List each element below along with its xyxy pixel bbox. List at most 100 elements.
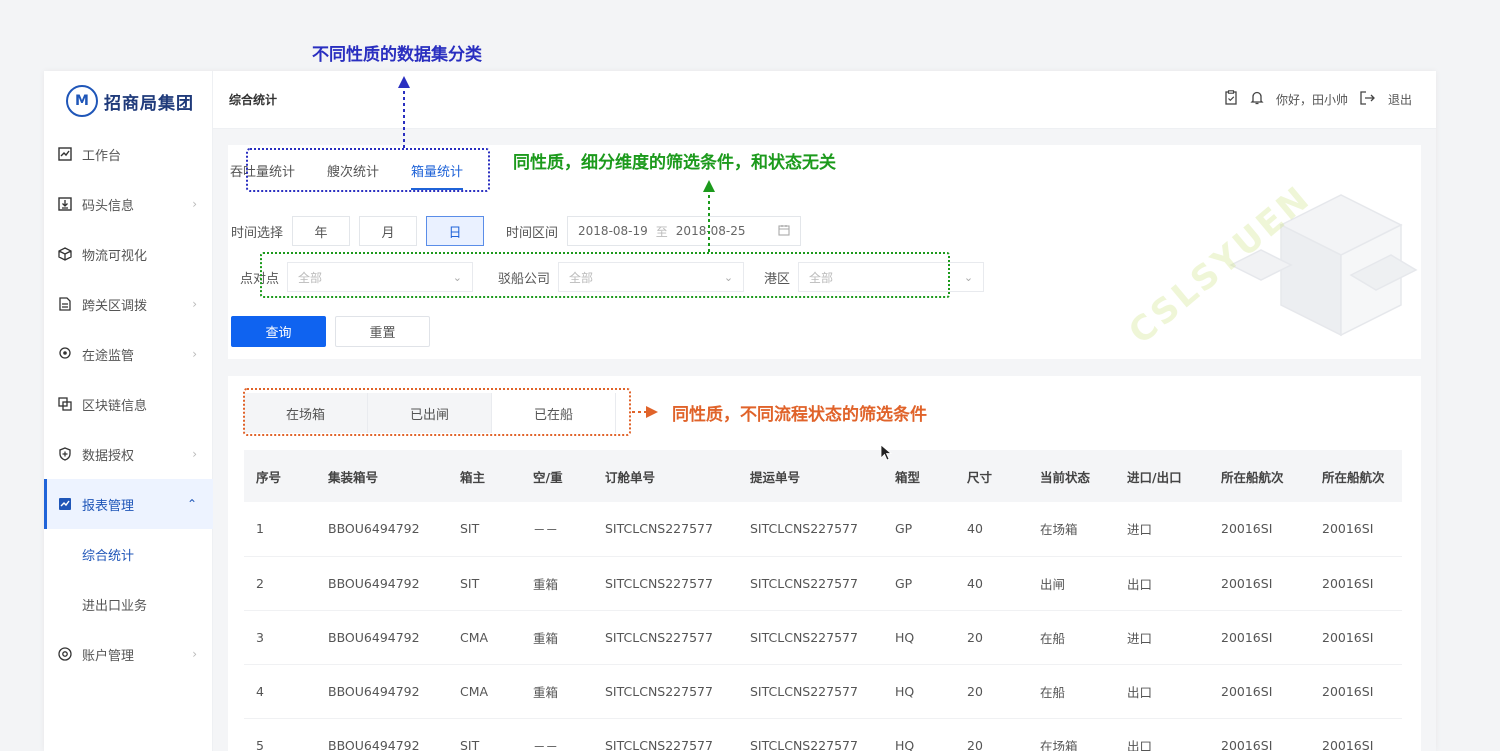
table-cell: 在船 (1028, 610, 1115, 665)
brand-name: 招商局集团 (104, 93, 194, 114)
time-option-month[interactable]: 月 (359, 216, 418, 246)
sidebar-item-label: 数据授权 (82, 448, 135, 464)
table-row[interactable]: 3 BBOU6494792 CMA 重箱 SITCLCNS227577 SITCLCNS2… (244, 610, 1402, 665)
calendar-icon (778, 224, 790, 239)
table-cell: SIT (448, 718, 521, 751)
col-header: 所在船航次 (1209, 450, 1310, 502)
col-header: 箱型 (883, 450, 955, 502)
table-cell: SITCLCNS227577 (593, 664, 738, 719)
annotation-status-filter: 同性质，不同流程状态的筛选条件 (672, 405, 927, 425)
topbar: 综合统计 你好，田小帅 退出 (213, 71, 1436, 129)
sidebar-nav: 工作台 码头信息 › 物流可视化 跨关区调拨 › 在途监管 › 区块链信息 数据… (44, 129, 213, 679)
sidebar-item-cross-customs[interactable]: 跨关区调拨 › (44, 279, 213, 329)
table-cell: 出口 (1115, 556, 1209, 611)
chevron-right-icon: › (192, 447, 197, 461)
table-cell: 20016SI (1209, 502, 1310, 557)
table-cell: 40 (955, 502, 1028, 557)
sidebar-item-account[interactable]: 账户管理 › (44, 629, 213, 679)
chart-line-icon (57, 146, 73, 162)
table-cell: 5 (244, 718, 316, 751)
sidebar-item-transit-monitor[interactable]: 在途监管 › (44, 329, 213, 379)
logout-icon[interactable] (1360, 90, 1376, 109)
reset-button[interactable]: 重置 (335, 316, 430, 347)
time-filter-row: 时间选择 年 月 日 时间区间 2018-08-19 至 2018-08-25 (231, 216, 802, 246)
logout-link[interactable]: 退出 (1388, 91, 1412, 108)
table-cell: 重箱 (521, 556, 593, 611)
table-cell: 2 (244, 556, 316, 611)
table-cell: －－ (521, 718, 593, 751)
location-pin-icon (57, 346, 73, 362)
col-header: 尺寸 (955, 450, 1028, 502)
table-cell: BBOU6494792 (316, 502, 448, 557)
table-cell: 在场箱 (1028, 718, 1115, 751)
table-header-row: 序号 集装箱号 箱主 空/重 订舱单号 提运单号 箱型 尺寸 当前状态 进口/出… (244, 450, 1402, 502)
chevron-right-icon: › (192, 347, 197, 361)
chevron-right-icon: › (192, 197, 197, 211)
table-cell: HQ (883, 664, 955, 719)
main-content: CSLSYUEN 吞吐量统计 艘次统计 箱量统计 时间选择 年 月 日 时间区间… (213, 129, 1436, 751)
sidebar-subitem-summary[interactable]: 综合统计 (44, 529, 213, 579)
shield-plus-icon (57, 446, 73, 462)
sidebar-item-report[interactable]: 报表管理 ⌃ (44, 479, 213, 529)
sidebar-item-label: 码头信息 (82, 198, 135, 214)
table-cell: 20016SI (1209, 664, 1310, 719)
sidebar-item-label: 物流可视化 (82, 248, 148, 264)
mouse-cursor-icon (880, 444, 893, 466)
date-range-picker[interactable]: 2018-08-19 至 2018-08-25 (567, 216, 802, 246)
date-end: 2018-08-25 (675, 224, 746, 238)
table-cell: GP (883, 502, 955, 557)
table-cell: HQ (883, 610, 955, 665)
logo: M 招商局集团 (66, 83, 194, 119)
table-body: 1 BBOU6494792 SIT －－ SITCLCNS227577 SITCLCNS2… (244, 502, 1402, 751)
container-table: 序号 集装箱号 箱主 空/重 订舱单号 提运单号 箱型 尺寸 当前状态 进口/出… (244, 450, 1402, 751)
report-chart-icon (57, 496, 73, 512)
table-cell: SITCLCNS227577 (738, 610, 883, 665)
table-cell: 进口 (1115, 502, 1209, 557)
sidebar-item-workbench[interactable]: 工作台 (44, 129, 213, 179)
sidebar-item-data-auth[interactable]: 数据授权 › (44, 429, 213, 479)
table-cell: CMA (448, 610, 521, 665)
table-cell: 20016SI (1209, 556, 1310, 611)
sidebar-item-terminal-info[interactable]: 码头信息 › (44, 179, 213, 229)
table-cell: BBOU6494792 (316, 718, 448, 751)
table-row[interactable]: 1 BBOU6494792 SIT －－ SITCLCNS227577 SITCLCNS2… (244, 502, 1402, 557)
chevron-down-icon: ⌄ (963, 270, 974, 284)
time-option-year[interactable]: 年 (292, 216, 351, 246)
bell-icon[interactable] (1250, 90, 1264, 109)
time-option-day[interactable]: 日 (426, 216, 485, 246)
sidebar-subitem-import-export[interactable]: 进出口业务 (44, 579, 213, 629)
sidebar-item-label: 在途监管 (82, 348, 135, 364)
annotation-box-tabs (246, 148, 490, 192)
date-separator: 至 (655, 224, 668, 239)
user-greeting: 你好，田小帅 (1275, 93, 1348, 107)
table-cell: 20 (955, 664, 1028, 719)
table-cell: 4 (244, 664, 316, 719)
sidebar-item-label: 跨关区调拨 (82, 298, 148, 314)
table-row[interactable]: 2 BBOU6494792 SIT 重箱 SITCLCNS227577 SITCLCNS2… (244, 556, 1402, 611)
clipboard-icon[interactable] (1224, 90, 1238, 109)
sidebar-item-logistics-visual[interactable]: 物流可视化 (44, 229, 213, 279)
table-row[interactable]: 4 BBOU6494792 CMA 重箱 SITCLCNS227577 SITCLCNS2… (244, 664, 1402, 719)
topbar-actions: 你好，田小帅 退出 (1224, 90, 1412, 109)
table-cell: 20 (955, 610, 1028, 665)
table-cell: 在场箱 (1028, 502, 1115, 557)
sidebar-item-label: 区块链信息 (82, 398, 148, 414)
cube-icon (57, 246, 73, 262)
copy-icon (57, 396, 73, 412)
sidebar-item-blockchain[interactable]: 区块链信息 (44, 379, 213, 429)
time-select-label: 时间选择 (231, 225, 284, 241)
col-header: 空/重 (521, 450, 593, 502)
table-cell: SITCLCNS227577 (738, 718, 883, 751)
query-button[interactable]: 查询 (231, 316, 326, 347)
time-range-label: 时间区间 (506, 225, 559, 241)
table-cell: SITCLCNS227577 (738, 502, 883, 557)
col-header: 集装箱号 (316, 450, 448, 502)
table-cell: 20016SI (1310, 556, 1402, 611)
table-cell: BBOU6494792 (316, 664, 448, 719)
table-cell: SITCLCNS227577 (593, 718, 738, 751)
chevron-up-icon: ⌃ (186, 497, 197, 511)
download-box-icon (57, 196, 73, 212)
table-row[interactable]: 5 BBOU6494792 SIT －－ SITCLCNS227577 SITCLCNS2… (244, 718, 1402, 751)
settings-circle-icon (57, 646, 73, 662)
sidebar-item-label: 报表管理 (82, 498, 135, 514)
